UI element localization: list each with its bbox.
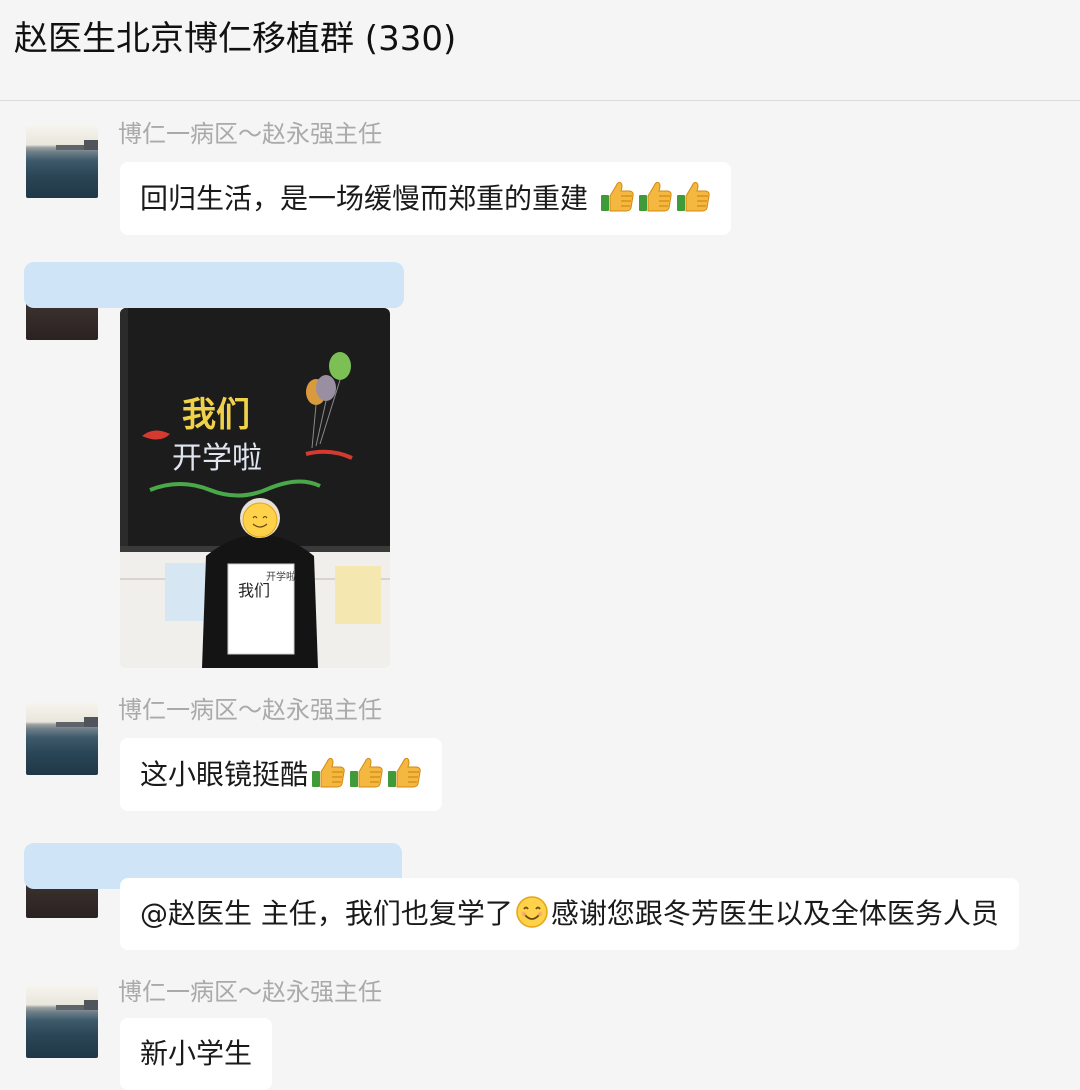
pier-shape bbox=[84, 1000, 98, 1010]
avatar[interactable] bbox=[26, 986, 98, 1058]
sender-name: 博仁一病区～赵永强主任 bbox=[118, 120, 382, 148]
sender-name: 博仁一病区～赵永强主任 bbox=[118, 696, 382, 724]
message-bubble[interactable]: 回归生活，是一场缓慢而郑重的重建 bbox=[120, 162, 731, 235]
board-text: 开学啦 bbox=[172, 441, 262, 476]
thumbs-up-icon bbox=[348, 754, 384, 790]
avatar[interactable] bbox=[26, 703, 98, 775]
thumbs-up-icon bbox=[310, 754, 346, 790]
sign-text: 我们 bbox=[238, 581, 270, 600]
message-text: 新小学生 bbox=[140, 1037, 253, 1070]
avatar[interactable] bbox=[26, 126, 98, 198]
sign-text: 开学啦 bbox=[266, 570, 296, 583]
chat-header: 赵医生北京博仁移植群 (330) bbox=[0, 0, 1080, 101]
thumbs-up-icon bbox=[599, 178, 635, 214]
sender-name: 博仁一病区～赵永强主任 bbox=[118, 978, 382, 1006]
classroom-photo: 我们 开学啦 我们 开学啦 bbox=[120, 308, 390, 668]
thumbs-up-icon bbox=[386, 754, 422, 790]
message-text: 感谢您跟冬芳医生以及全体医务人员 bbox=[550, 897, 999, 930]
pier-shape bbox=[84, 717, 98, 727]
privacy-blur bbox=[24, 262, 404, 308]
message-text: 回归生活，是一场缓慢而郑重的重建 bbox=[140, 182, 589, 215]
thumbs-up-icon bbox=[637, 178, 673, 214]
message-bubble[interactable]: 这小眼镜挺酷 bbox=[120, 738, 443, 811]
message-image[interactable]: 我们 开学啦 我们 开学啦 bbox=[120, 308, 390, 668]
smile-icon bbox=[515, 895, 549, 929]
group-title[interactable]: 赵医生北京博仁移植群 (330) bbox=[14, 16, 456, 62]
pier-shape bbox=[84, 140, 98, 150]
board-text: 我们 bbox=[182, 395, 250, 435]
message-text: @赵医生 主任，我们也复学了 bbox=[140, 897, 513, 930]
message-bubble[interactable]: 新小学生 bbox=[120, 1018, 273, 1090]
message-text: 这小眼镜挺酷 bbox=[140, 758, 309, 791]
message-bubble[interactable]: @赵医生 主任，我们也复学了 感谢您跟冬芳医生以及全体医务人员 bbox=[120, 878, 1019, 950]
thumbs-up-icon bbox=[675, 178, 711, 214]
